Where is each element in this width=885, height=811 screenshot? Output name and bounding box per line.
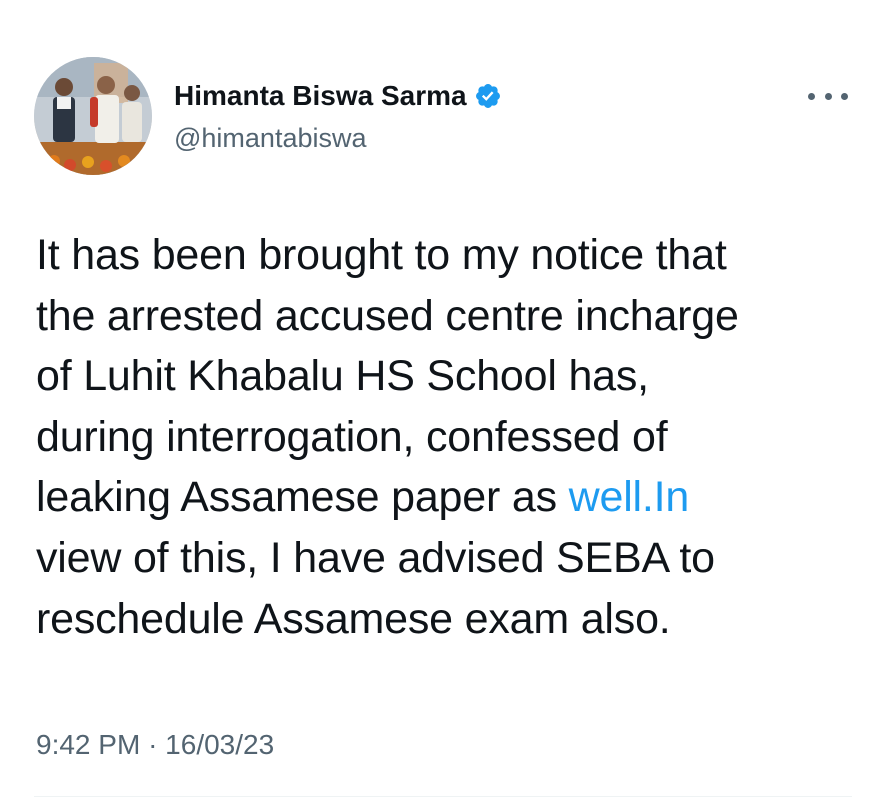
divider	[34, 796, 852, 797]
tweet-text-part2: view of this, I have advised SEBA to res…	[36, 533, 715, 643]
tweet-card: Himanta Biswa Sarma @himantabiswa It has…	[0, 0, 885, 811]
tweet-timestamp[interactable]: 9:42 PM · 16/03/23	[36, 727, 274, 763]
author-name[interactable]: Himanta Biswa Sarma	[174, 79, 502, 113]
more-options-icon[interactable]	[808, 84, 848, 108]
tweet-link[interactable]: well.In	[569, 473, 690, 521]
author-name-text[interactable]: Himanta Biswa Sarma	[174, 79, 467, 113]
more-dot	[808, 92, 815, 100]
author-handle[interactable]: @himantabiswa	[174, 121, 367, 155]
timestamp-separator: ·	[148, 729, 158, 760]
avatar-image	[34, 57, 152, 175]
tweet-text: It has been brought to my notice that th…	[36, 225, 866, 649]
tweet-time[interactable]: 9:42 PM	[36, 729, 140, 760]
verified-badge-icon	[475, 84, 500, 108]
tweet-date[interactable]: 16/03/23	[165, 729, 274, 760]
more-dot	[841, 92, 848, 100]
author-avatar[interactable]	[34, 57, 152, 175]
more-dot	[824, 92, 832, 100]
